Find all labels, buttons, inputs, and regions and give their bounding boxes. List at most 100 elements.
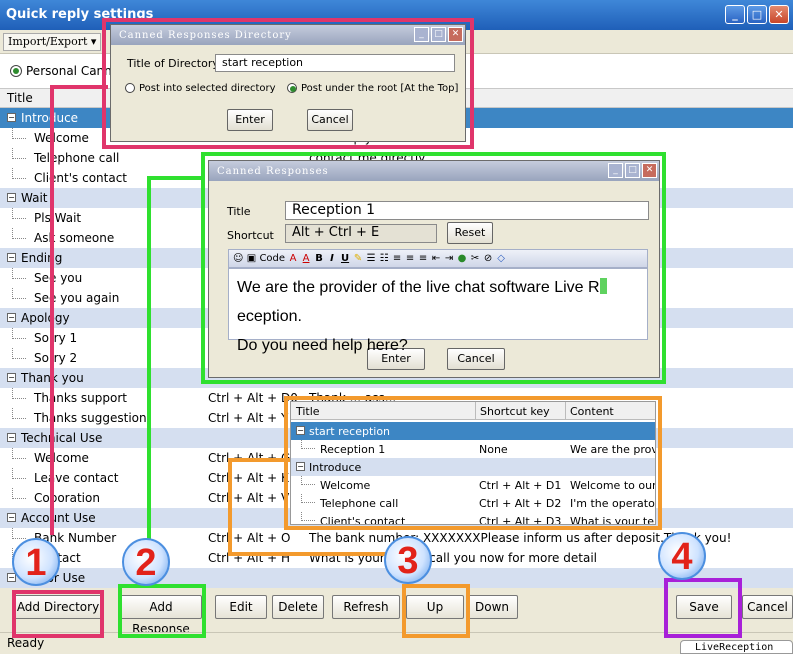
grid-header-shortcut[interactable]: Shortcut key bbox=[475, 402, 554, 420]
highlight-icon[interactable]: ✎ bbox=[353, 253, 363, 264]
item-title: Telephone call bbox=[34, 151, 120, 165]
grid-header-content[interactable]: Content bbox=[565, 402, 618, 420]
content-line-2: Do you need help here? bbox=[237, 337, 408, 354]
close-icon[interactable]: ✕ bbox=[448, 27, 463, 42]
font-size-icon[interactable]: A bbox=[288, 253, 298, 264]
code-icon[interactable]: ▣ bbox=[246, 253, 256, 264]
tree-line bbox=[12, 528, 26, 539]
item-shortcut: Ctrl + Alt + V bbox=[208, 491, 290, 505]
align-center-icon[interactable]: ≡ bbox=[405, 253, 415, 264]
personal-radio[interactable] bbox=[10, 65, 22, 77]
item-shortcut: Ctrl + Alt + O bbox=[208, 531, 291, 545]
minimize-icon[interactable]: _ bbox=[414, 27, 429, 42]
post-root-radio[interactable] bbox=[287, 83, 297, 93]
edit-button[interactable]: Edit bbox=[215, 595, 267, 619]
import-export-menu[interactable]: Import/Export ▾ bbox=[3, 33, 102, 51]
close-icon[interactable]: ✕ bbox=[769, 5, 789, 24]
collapse-icon[interactable]: − bbox=[7, 253, 16, 262]
grid-item-row[interactable]: Welcome Ctrl + Alt + D1 Welcome to our w bbox=[291, 476, 656, 494]
italic-icon[interactable]: I bbox=[327, 253, 337, 264]
tree-line bbox=[301, 440, 315, 449]
maximize-icon[interactable]: □ bbox=[625, 163, 640, 178]
grid-group-row[interactable]: − start reception bbox=[291, 422, 655, 440]
tree-line bbox=[12, 128, 26, 139]
refresh-button[interactable]: Refresh bbox=[332, 595, 400, 619]
outdent-icon[interactable]: ⇤ bbox=[431, 253, 441, 264]
source-icon[interactable]: ◇ bbox=[496, 253, 506, 264]
collapse-icon[interactable]: − bbox=[7, 193, 16, 202]
step-3-badge: 3 bbox=[384, 536, 432, 584]
minimize-icon[interactable]: _ bbox=[725, 5, 745, 24]
align-right-icon[interactable]: ≡ bbox=[418, 253, 428, 264]
collapse-icon[interactable]: − bbox=[7, 513, 16, 522]
collapse-icon[interactable]: − bbox=[7, 313, 16, 322]
response-title-label: Title bbox=[227, 205, 251, 218]
grid-group-row[interactable]: − Introduce bbox=[291, 458, 655, 476]
close-icon[interactable]: ✕ bbox=[642, 163, 657, 178]
up-button[interactable]: Up bbox=[406, 595, 464, 619]
status-bar: Ready bbox=[0, 632, 793, 654]
directory-enter-button[interactable]: Enter bbox=[227, 109, 273, 131]
item-shortcut: Ctrl + Alt + H bbox=[208, 551, 290, 565]
post-selected-radio[interactable] bbox=[125, 83, 135, 93]
import-export-label: Import/Export bbox=[8, 35, 88, 48]
grid-header: Title Shortcut key Content bbox=[291, 402, 655, 420]
group-title: Account Use bbox=[21, 511, 96, 525]
directory-cancel-button[interactable]: Cancel bbox=[307, 109, 353, 131]
grid-header-title[interactable]: Title bbox=[296, 405, 320, 418]
tree-line bbox=[12, 228, 26, 239]
reorder-preview-grid[interactable]: Title Shortcut key Content − start recept… bbox=[290, 401, 656, 525]
collapse-icon[interactable]: − bbox=[296, 462, 305, 471]
link-icon[interactable]: ● bbox=[457, 253, 467, 264]
add-directory-button[interactable]: Add Directory bbox=[14, 595, 102, 619]
emoticon-icon[interactable]: ☺ bbox=[233, 253, 243, 264]
taskbar-item[interactable]: LiveReception bbox=[680, 640, 793, 654]
editor-toolbar: ☺ ▣ Code A A B I U ✎ ☰ ☷ ≡ ≡ ≡ ⇤ ⇥ ● ✂ ⊘… bbox=[228, 249, 648, 268]
shortcut-input[interactable]: Alt + Ctrl + E bbox=[285, 224, 437, 243]
directory-title-label: Title of Directory bbox=[127, 57, 219, 70]
bold-icon[interactable]: B bbox=[314, 253, 324, 264]
grid-group-title: start reception bbox=[309, 425, 391, 438]
response-content-editor[interactable]: We are the provider of the live chat sof… bbox=[228, 268, 648, 354]
reset-button[interactable]: Reset bbox=[447, 222, 493, 244]
save-button[interactable]: Save bbox=[676, 595, 732, 619]
content-line-1-text: We are the provider of the live chat sof… bbox=[237, 278, 607, 325]
cancel-button[interactable]: Cancel bbox=[742, 595, 793, 619]
tree-line bbox=[12, 328, 26, 339]
maximize-icon[interactable]: □ bbox=[747, 5, 767, 24]
response-title-input[interactable]: Reception 1 bbox=[285, 201, 649, 220]
grid-item-content: Welcome to our w bbox=[570, 479, 656, 492]
minimize-icon[interactable]: _ bbox=[608, 163, 623, 178]
indent-icon[interactable]: ⇥ bbox=[444, 253, 454, 264]
maximize-icon[interactable]: □ bbox=[431, 27, 446, 42]
collapse-icon[interactable]: − bbox=[7, 373, 16, 382]
window-title: Quick reply settings bbox=[6, 7, 154, 22]
item-title: Sorry 1 bbox=[34, 331, 78, 345]
delete-button[interactable]: Delete bbox=[272, 595, 324, 619]
step-2-badge: 2 bbox=[122, 538, 170, 586]
unlink-icon[interactable]: ✂ bbox=[470, 253, 480, 264]
ordered-list-icon[interactable]: ☰ bbox=[366, 253, 376, 264]
post-root-option[interactable]: Post under the root [At the Top] bbox=[287, 83, 458, 94]
item-shortcut: Ctrl + Alt + G bbox=[208, 451, 291, 465]
collapse-icon[interactable]: − bbox=[7, 113, 16, 122]
add-response-button[interactable]: Add Response bbox=[120, 595, 202, 636]
underline-icon[interactable]: U bbox=[340, 253, 350, 264]
item-title: Pls Wait bbox=[34, 211, 82, 225]
clear-format-icon[interactable]: ⊘ bbox=[483, 253, 493, 264]
grid-item-row[interactable]: Telephone call Ctrl + Alt + D2 I'm the ope… bbox=[291, 494, 655, 512]
directory-title-input[interactable]: start reception bbox=[215, 54, 455, 72]
down-button[interactable]: Down bbox=[466, 595, 518, 619]
grid-item-row[interactable]: Reception 1 None We are the provid bbox=[291, 440, 655, 458]
post-selected-option[interactable]: Post into selected directory bbox=[125, 83, 276, 94]
collapse-icon[interactable]: − bbox=[296, 426, 305, 435]
collapse-icon[interactable]: − bbox=[7, 433, 16, 442]
code-button[interactable]: Code bbox=[259, 253, 285, 264]
align-left-icon[interactable]: ≡ bbox=[392, 253, 402, 264]
grid-item-row[interactable]: Client's contact Ctrl + Alt + D3 What is y… bbox=[291, 512, 655, 524]
font-color-icon[interactable]: A bbox=[301, 253, 311, 264]
directory-dialog: Canned Responses Directory _ □ ✕ Title o… bbox=[110, 24, 466, 142]
grid-item-shortcut: Ctrl + Alt + D2 bbox=[479, 497, 562, 510]
tree-line bbox=[12, 468, 26, 479]
unordered-list-icon[interactable]: ☷ bbox=[379, 253, 389, 264]
